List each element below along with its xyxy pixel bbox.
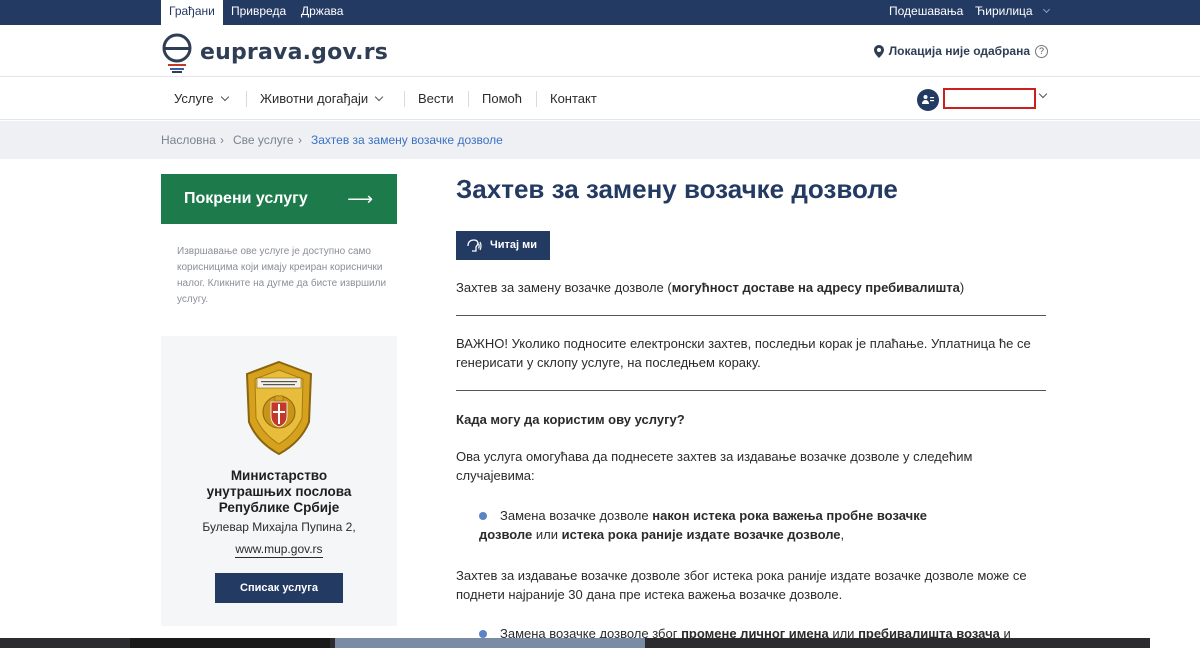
list-item-text: или [532,527,562,542]
login-required-note: Извршавање ове услуге је доступно само к… [177,246,387,305]
nav-divider [468,91,469,107]
institution-name: Министарство унутрашњих послова Републик… [206,468,352,515]
user-account-icon[interactable] [917,89,939,111]
overlay-segment [335,638,645,648]
location-pin-icon [873,44,884,58]
read-aloud-button[interactable]: Читај ми [456,231,550,260]
tab-business[interactable]: Привреда [223,0,294,25]
overlay-segment [130,638,330,648]
website-link[interactable]: www.mup.gov.rs [235,542,323,558]
important-notice: ВАЖНО! Уколико подносите електронски зах… [456,336,1031,370]
intro-plain: Захтев за замену возачке дозволе ( [456,280,672,295]
tab-state[interactable]: Држава [293,0,351,25]
divider [456,315,1046,316]
list-item: Замена возачке дозволе након истека рока… [479,506,949,544]
institution-address: Булевар Михајла Пупина 2, [202,520,356,534]
when-text: Ова услуга омогућава да поднесете захтев… [456,449,973,483]
start-service-label: Покрени услугу [184,190,308,207]
settings-link[interactable]: Подешавања [889,0,963,25]
start-service-button[interactable]: Покрени услугу ⟶ [161,174,397,224]
list-item-text: Замена возачке дозволе [500,508,653,523]
institution-website[interactable]: www.mup.gov.rs [161,542,397,558]
intro-text: Захтев за замену возачке дозволе (могућн… [456,278,1048,297]
site-header: euprava.gov.rs Локација није одабрана ? [0,25,1200,77]
read-aloud-label: Читај ми [490,239,538,251]
nav-item-news[interactable]: Вести [418,78,454,120]
breadcrumb-home[interactable]: Насловна [161,121,216,159]
breadcrumb-separator-icon: › [220,133,224,147]
service-list-button[interactable]: Списак услуга [215,573,343,603]
bullet-icon [479,630,487,638]
chevron-down-icon [1042,5,1050,14]
nav-divider [246,91,247,107]
nav-item-life-events[interactable]: Животни догађаји [260,78,384,120]
intro-bold: могућност доставе на адресу пребивалишта [671,280,960,295]
chevron-down-icon[interactable] [1038,89,1048,99]
nav-item-label: Вести [418,91,454,106]
arrow-right-icon: ⟶ [347,189,373,209]
speaker-icon [467,239,482,252]
breadcrumb: Насловна › Све услуге › Захтев за замену… [0,121,1200,159]
euprava-logo-icon[interactable] [160,33,194,73]
nav-item-services[interactable]: Услуге [174,78,229,120]
breadcrumb-current: Захтев за замену возачке дозволе [311,133,503,147]
nav-item-label: Помоћ [482,91,522,106]
site-brand[interactable]: euprava.gov.rs [200,40,388,65]
breadcrumb-separator-icon: › [298,133,302,147]
list-item-text: , [840,527,845,542]
nav-item-label: Животни догађаји [260,91,369,106]
institution-card: Министарство унутрашњих послова Републик… [161,336,397,626]
nav-item-help[interactable]: Помоћ [482,78,522,120]
script-selector[interactable]: Ћирилица [975,0,1050,25]
tab-citizens[interactable]: Грађани [161,0,223,25]
help-icon[interactable]: ? [1035,44,1048,58]
intro-end: ) [959,280,965,295]
nav-divider [404,91,405,107]
location-selector[interactable]: Локација није одабрана ? [873,44,1048,58]
page-title: Захтев за замену возачке дозволе [456,174,898,204]
nav-item-label: Контакт [550,91,597,106]
police-emblem-icon [245,360,313,456]
top-bar: Грађани Привреда Држава Подешавања Ћирил… [0,0,1200,25]
breadcrumb-services[interactable]: Све услуге [233,121,294,159]
nav-item-contact[interactable]: Контакт [550,78,597,120]
user-account-dropdown[interactable] [943,88,1036,109]
chevron-down-icon [220,92,229,102]
nav-item-label: Услуге [174,91,214,106]
chevron-down-icon [374,92,384,102]
expiry-text: Захтев за издавање возачке дозволе због … [456,568,1027,602]
list-item-bold: истека рока раније издате возачке дозвол… [561,527,841,542]
location-label: Локација није одабрана [888,44,1030,58]
divider [456,390,1046,391]
when-heading: Када могу да користим ову услугу? [456,412,685,427]
nav-divider [536,91,537,107]
main-nav: Услуге Животни догађаји Вести Помоћ Конт… [0,78,1200,120]
video-overlay-strip [0,638,1150,648]
script-label: Ћирилица [975,4,1033,18]
